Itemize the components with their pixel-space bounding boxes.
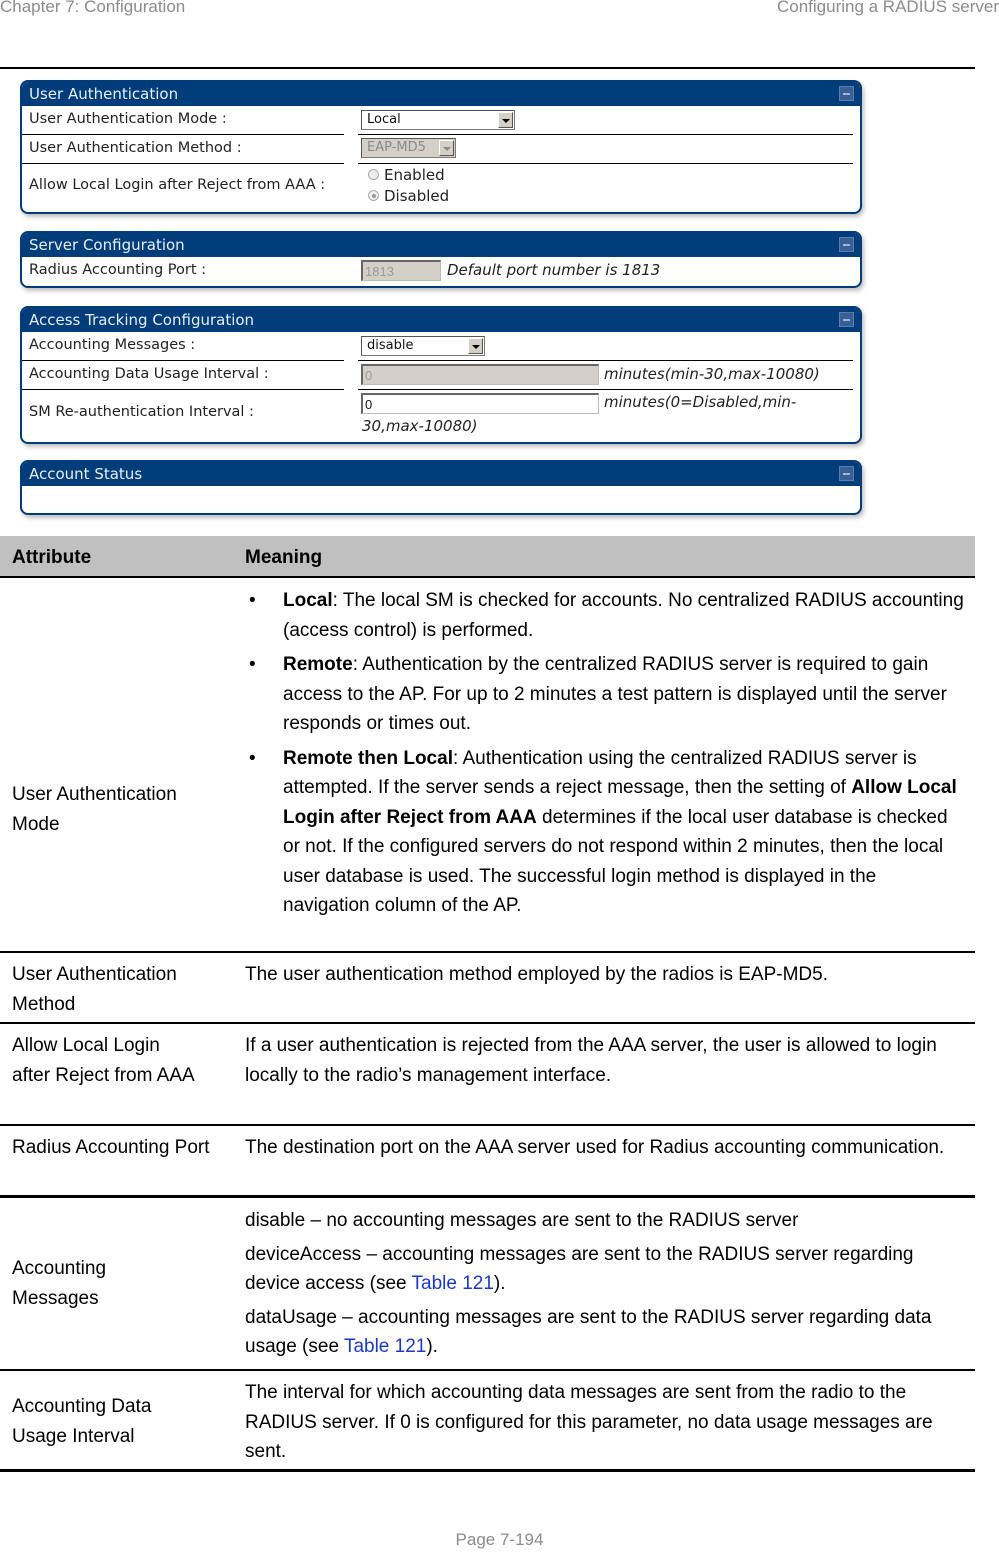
section-title: Configuring a RADIUS server [776,0,999,16]
access-tracking-panel: Access Tracking Configuration Accounting… [20,306,862,444]
table-row: Accounting Data Usage Interval The inter… [0,1371,975,1472]
table-link[interactable]: Table 121 [412,1273,494,1294]
page-header: Chapter 7: Configuration Configuring a R… [0,0,999,20]
meaning-cell: The destination port on the AAA server u… [245,1137,945,1158]
paragraph: disable – no accounting messages are sen… [245,1206,965,1236]
data-usage-interval-label: Accounting Data Usage Interval : [29,366,269,382]
chevron-down-icon[interactable] [498,112,513,128]
radio-checked-icon[interactable] [368,190,379,201]
radius-port-input[interactable] [361,260,441,281]
accounting-messages-row: Accounting Messages : disable [22,332,860,361]
term: Remote then Local [283,747,453,769]
list-item: Remote: Authentication by the centralize… [245,650,965,739]
meaning-cell: The user authentication method employed … [245,964,828,985]
attribute-cell: Allow Local Login after Reject from AAA [12,1035,195,1086]
description: deviceAccess – accounting messages are s… [245,1243,914,1295]
description: disable – no accounting messages are sen… [245,1210,799,1231]
list-item: Remote then Local: Authentication using … [245,744,965,921]
attribute-cell: User Authentication Method [12,964,177,1015]
reauth-interval-hint-line1: minutes(0=Disabled,min- [604,393,797,411]
radio-disabled[interactable]: Disabled [368,187,449,205]
chapter-title: Chapter 7: Configuration [0,0,186,16]
panel-title: Server Configuration [29,236,185,254]
radio-disabled-label: Disabled [384,187,450,205]
paragraph: dataUsage – accounting messages are sent… [245,1303,965,1362]
panel-title-bar: User Authentication [22,82,860,106]
user-auth-method-value: EAP-MD5 [367,140,426,155]
table-header: Attribute Meaning [0,536,975,578]
user-authentication-panel: User Authentication User Authentication … [20,80,862,214]
table-row: Radius Accounting Port The destination p… [0,1126,975,1198]
panel-title-bar: Access Tracking Configuration [22,308,860,332]
collapse-icon[interactable] [839,312,854,327]
data-usage-interval-input[interactable] [361,364,599,385]
accounting-messages-select[interactable]: disable [361,336,485,356]
list-item: Local: The local SM is checked for accou… [245,586,965,645]
radius-port-hint: Default port number is 1813 [447,261,661,279]
user-auth-mode-value: Local [367,112,401,127]
radio-unchecked-icon[interactable] [368,169,379,180]
panel-title-bar: Account Status [22,462,860,486]
radio-enabled-label: Enabled [384,166,445,184]
panel-title: Account Status [29,465,143,483]
attribute-cell: User Authentication Mode [12,784,177,835]
attribute-cell: Accounting Messages [12,1258,107,1309]
panel-title-bar: Server Configuration [22,233,860,257]
description: ). [426,1336,438,1357]
allow-local-login-row: Allow Local Login after Reject from AAA … [22,164,860,212]
meaning-cell: The interval for which accounting data m… [245,1382,933,1462]
column-header-meaning: Meaning [245,547,323,568]
user-auth-mode-label: User Authentication Mode : [29,111,227,127]
table-row: User Authentication Method The user auth… [0,953,975,1024]
user-auth-method-row: User Authentication Method : EAP-MD5 [22,135,860,164]
user-auth-mode-row: User Authentication Mode : Local [22,106,860,135]
meaning-cell: disable – no accounting messages are sen… [245,1198,965,1362]
meaning-cell: Local: The local SM is checked for accou… [245,578,965,921]
account-status-panel: Account Status [20,460,862,515]
collapse-icon[interactable] [839,466,854,481]
panel-title: User Authentication [29,85,179,103]
data-usage-interval-hint: minutes(min-30,max-10080) [604,365,820,383]
term: Local [283,590,333,611]
description: : Authentication by the centralized RADI… [283,654,947,734]
term: Remote [283,654,353,675]
header-rule [0,67,975,69]
description: ). [493,1273,506,1294]
radius-port-row: Radius Accounting Port : Default port nu… [22,257,860,286]
paragraph: deviceAccess – accounting messages are s… [245,1240,965,1299]
reauth-interval-row: SM Re-authentication Interval : minutes(… [22,390,860,442]
radio-enabled[interactable]: Enabled [368,166,445,184]
meaning-cell: If a user authentication is rejected fro… [245,1035,937,1086]
description: : The local SM is checked for accounts. … [283,590,964,641]
page-number: Page 7-194 [455,1530,544,1549]
accounting-messages-value: disable [367,338,414,353]
data-usage-interval-row: Accounting Data Usage Interval : minutes… [22,361,860,390]
allow-local-login-label: Allow Local Login after Reject from AAA … [29,177,326,193]
accounting-messages-label: Accounting Messages : [29,337,196,353]
table-row: Allow Local Login after Reject from AAA … [0,1024,975,1126]
user-auth-method-select[interactable]: EAP-MD5 [361,138,456,158]
table-link[interactable]: Table 121 [344,1336,426,1357]
user-auth-method-label: User Authentication Method : [29,140,242,156]
reauth-interval-hint-line2: 30,max-10080) [362,417,478,435]
table-row: User Authentication Mode Local: The loca… [0,578,975,953]
collapse-icon[interactable] [839,86,854,101]
attribute-cell: Accounting Data Usage Interval [12,1396,152,1447]
user-auth-mode-select[interactable]: Local [361,110,515,130]
collapse-icon[interactable] [839,237,854,252]
column-header-attribute: Attribute [12,547,92,568]
attribute-cell: Radius Accounting Port [12,1137,210,1158]
attribute-table: Attribute Meaning User Authentication Mo… [0,536,975,1472]
reauth-interval-input[interactable] [361,393,599,414]
panel-title: Access Tracking Configuration [29,311,255,329]
table-row: Accounting Messages disable – no account… [0,1198,975,1371]
radius-port-label: Radius Accounting Port : [29,262,207,278]
reauth-interval-label: SM Re-authentication Interval : [29,404,254,420]
chevron-down-icon[interactable] [439,140,454,156]
chevron-down-icon[interactable] [468,338,483,354]
server-configuration-panel: Server Configuration Radius Accounting P… [20,231,862,288]
